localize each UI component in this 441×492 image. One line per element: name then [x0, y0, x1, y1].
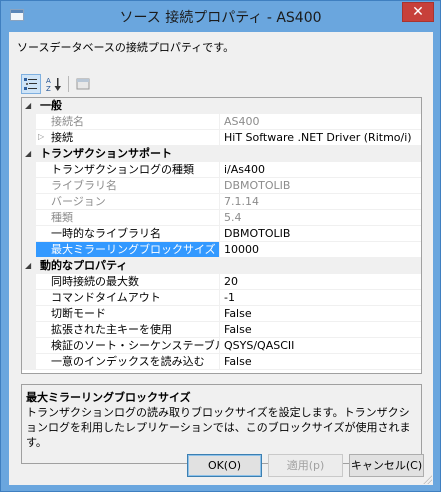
property-value[interactable]: False — [220, 322, 421, 338]
help-title: 最大ミラーリングブロックサイズ — [26, 391, 191, 404]
grid-category-label: 一般 — [40, 99, 62, 112]
property-value[interactable]: False — [220, 354, 421, 370]
help-text: トランザクションログの読み取りブロックサイズを設定します。トランザクションログを… — [26, 406, 411, 449]
apply-button[interactable]: 適用(p) — [268, 454, 343, 477]
property-name: コマンドタイムアウト — [36, 290, 220, 306]
property-value[interactable]: 7.1.14 — [220, 194, 421, 210]
grid-property-row[interactable]: 同時接続の最大数 20 — [22, 274, 421, 290]
property-pages-icon[interactable] — [73, 74, 93, 94]
collapse-icon[interactable]: ◢ — [25, 101, 31, 110]
resize-grip[interactable] — [422, 474, 432, 484]
toolbar-separator — [68, 76, 69, 92]
grid-category-label: 動的なプロパティ — [40, 259, 128, 272]
dialog-client-area: ソースデータベースの接続プロパティです。 A Z ◢ 一般 接続名 AS400 … — [9, 32, 433, 485]
property-name: 接続 — [36, 130, 220, 146]
collapse-icon[interactable]: ◢ — [25, 149, 31, 158]
cancel-button[interactable]: キャンセル(C) — [349, 454, 424, 477]
grid-category-row[interactable]: ◢ トランザクションサポート — [22, 146, 421, 162]
grid-property-row[interactable]: 最大ミラーリングブロックサイズ 10000 — [22, 242, 421, 258]
property-name: 接続名 — [36, 114, 220, 130]
grid-gutter — [22, 242, 36, 258]
grid-gutter — [22, 210, 36, 226]
property-value[interactable]: DBMOTOLIB — [220, 226, 421, 242]
property-value[interactable]: False — [220, 306, 421, 322]
grid-gutter — [22, 130, 36, 146]
property-name: トランザクションログの種類 — [36, 162, 220, 178]
grid-property-row[interactable]: 切断モード False — [22, 306, 421, 322]
property-value[interactable]: DBMOTOLIB — [220, 178, 421, 194]
property-name: バージョン — [36, 194, 220, 210]
dialog-description: ソースデータベースの接続プロパティです。 — [17, 41, 235, 54]
grid-gutter — [22, 354, 36, 370]
window-title: ソース 接続プロパティ - AS400 — [119, 10, 322, 26]
alphabetical-sort-icon[interactable]: A Z — [44, 74, 64, 94]
svg-text:A: A — [46, 77, 51, 85]
grid-gutter — [22, 306, 36, 322]
property-value[interactable]: 20 — [220, 274, 421, 290]
ok-button[interactable]: OK(O) — [187, 454, 262, 477]
dialog-window: ソース 接続プロパティ - AS400 ✕ ソースデータベースの接続プロパティで… — [0, 0, 441, 492]
property-help-panel: 最大ミラーリングブロックサイズ トランザクションログの読み取りブロックサイズを設… — [21, 384, 422, 464]
grid-gutter — [22, 322, 36, 338]
grid-gutter — [22, 274, 36, 290]
property-value[interactable]: HiT Software .NET Driver (Ritmo/i) — [220, 130, 421, 146]
property-name: 拡張された主キーを使用 — [36, 322, 220, 338]
grid-gutter — [22, 226, 36, 242]
grid-property-row[interactable]: バージョン 7.1.14 — [22, 194, 421, 210]
property-name: ライブラリ名 — [36, 178, 220, 194]
grid-property-row[interactable]: 拡張された主キーを使用 False — [22, 322, 421, 338]
grid-property-row[interactable]: トランザクションログの種類 i/As400 — [22, 162, 421, 178]
property-grid[interactable]: ◢ 一般接続名 AS400 ▷ 接続 HiT Software .NET Driver (… — [21, 97, 422, 374]
grid-property-row[interactable]: 一意のインデックスを読み込む False — [22, 354, 421, 370]
svg-text:Z: Z — [46, 85, 51, 92]
grid-property-row[interactable]: ▷ 接続 HiT Software .NET Driver (Ritmo/i) — [22, 130, 421, 146]
grid-category-row[interactable]: ◢ 動的なプロパティ — [22, 258, 421, 274]
property-name: 一意のインデックスを読み込む — [36, 354, 220, 370]
grid-gutter — [22, 338, 36, 354]
grid-property-row[interactable]: 一時的なライブラリ名 DBMOTOLIB — [22, 226, 421, 242]
property-name: 一時的なライブラリ名 — [36, 226, 220, 242]
property-value[interactable]: -1 — [220, 290, 421, 306]
property-name: 切断モード — [36, 306, 220, 322]
grid-gutter — [22, 194, 36, 210]
grid-property-row[interactable]: 種類 5.4 — [22, 210, 421, 226]
property-name: 最大ミラーリングブロックサイズ — [36, 242, 220, 258]
grid-gutter — [22, 114, 36, 130]
property-value[interactable]: 5.4 — [220, 210, 421, 226]
grid-property-row[interactable]: 接続名 AS400 — [22, 114, 421, 130]
property-value[interactable]: i/As400 — [220, 162, 421, 178]
grid-property-row[interactable]: コマンドタイムアウト -1 — [22, 290, 421, 306]
close-button[interactable]: ✕ — [402, 2, 434, 22]
collapse-icon[interactable]: ◢ — [25, 261, 31, 270]
categorized-view-icon[interactable] — [21, 74, 41, 94]
property-name: 同時接続の最大数 — [36, 274, 220, 290]
property-name: 検証のソート・シーケンステーブル — [36, 338, 220, 354]
property-name: 種類 — [36, 210, 220, 226]
grid-property-row[interactable]: ライブラリ名 DBMOTOLIB — [22, 178, 421, 194]
property-value[interactable]: QSYS/QASCII — [220, 338, 421, 354]
property-value[interactable]: AS400 — [220, 114, 421, 130]
grid-gutter — [22, 178, 36, 194]
grid-property-row[interactable]: 検証のソート・シーケンステーブル QSYS/QASCII — [22, 338, 421, 354]
grid-gutter — [22, 290, 36, 306]
grid-gutter — [22, 162, 36, 178]
grid-category-label: トランザクションサポート — [40, 147, 172, 160]
property-value[interactable]: 10000 — [220, 242, 421, 258]
grid-category-row[interactable]: ◢ 一般 — [22, 98, 421, 114]
title-bar[interactable]: ソース 接続プロパティ - AS400 ✕ — [1, 1, 440, 31]
